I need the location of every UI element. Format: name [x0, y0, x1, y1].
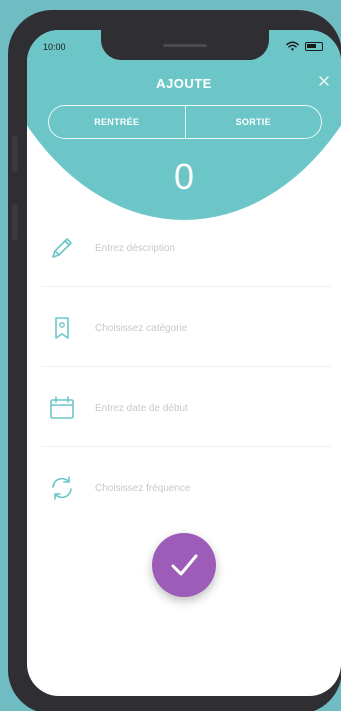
confirm-button[interactable]: [152, 533, 216, 597]
status-icons: [286, 41, 323, 51]
phone-frame: 10:00 AJOUTE RENTRÉE SORTIE 0 Entrez dés…: [8, 10, 341, 711]
notch: [101, 30, 269, 60]
amount-display[interactable]: 0: [27, 156, 341, 198]
side-button: [12, 136, 18, 172]
page-title: AJOUTE: [156, 76, 212, 91]
calendar-icon: [49, 395, 75, 421]
start-date-field[interactable]: Entrez date de début: [27, 368, 341, 448]
tab-rentree[interactable]: RENTRÉE: [49, 106, 185, 138]
type-toggle: RENTRÉE SORTIE: [48, 105, 322, 139]
category-field[interactable]: Choisissez catégorie: [27, 288, 341, 368]
divider: [41, 286, 331, 287]
tag-icon: [49, 315, 75, 341]
divider: [41, 366, 331, 367]
pencil-icon: [49, 235, 75, 261]
start-date-placeholder: Entrez date de début: [95, 402, 188, 414]
frequency-placeholder: Choisissez fréquence: [95, 482, 191, 494]
tab-sortie[interactable]: SORTIE: [184, 106, 322, 138]
description-field[interactable]: Entrez déscription: [27, 208, 341, 288]
divider: [41, 446, 331, 447]
wifi-icon: [286, 41, 299, 51]
check-icon: [171, 554, 198, 576]
battery-icon: [305, 41, 323, 51]
screen: 10:00 AJOUTE RENTRÉE SORTIE 0 Entrez dés…: [27, 30, 341, 696]
side-button: [12, 204, 18, 240]
description-placeholder: Entrez déscription: [95, 242, 176, 254]
frequency-field[interactable]: Choisissez fréquence: [27, 448, 341, 528]
status-time: 10:00: [43, 42, 66, 52]
category-placeholder: Choisissez catégorie: [95, 322, 188, 334]
refresh-icon: [49, 475, 75, 501]
close-icon[interactable]: [317, 74, 331, 88]
speaker: [163, 44, 207, 47]
